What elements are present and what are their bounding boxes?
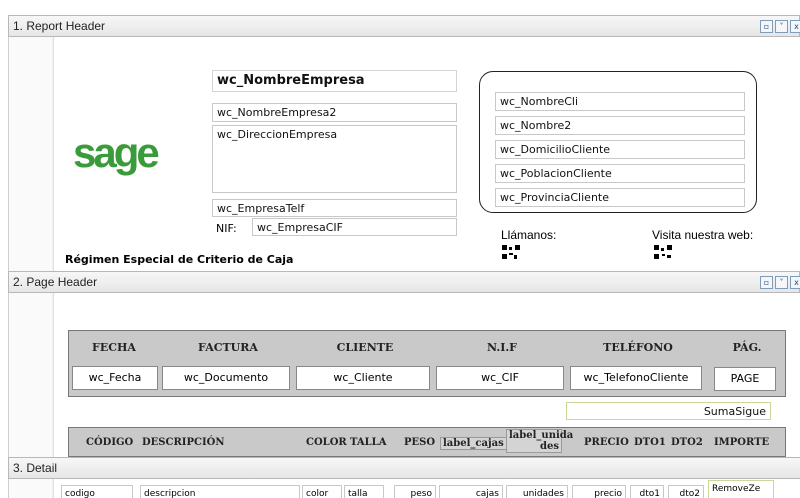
telefono-field[interactable]: wc_TelefonoCliente	[570, 366, 702, 390]
empresa-nombre-field[interactable]: wc_NombreEmpresa	[212, 70, 457, 92]
dto2-field[interactable]: dto2	[668, 485, 704, 498]
unidades-field[interactable]: unidades	[506, 485, 568, 498]
codigo-field[interactable]: codigo	[61, 485, 133, 498]
empresa-telf-field[interactable]: wc_EmpresaTelf	[212, 199, 457, 217]
empresa-cif-field[interactable]: wc_EmpresaCIF	[252, 218, 457, 236]
cif-field[interactable]: wc_CIF	[436, 366, 564, 390]
cliente-field[interactable]: wc_Cliente	[296, 366, 430, 390]
detail-body: codigo descripcion color talla peso caja…	[8, 479, 800, 498]
col-dto2: DTO2	[671, 437, 703, 448]
nif-label: NIF:	[216, 222, 237, 235]
precio-field[interactable]: precio	[572, 485, 626, 498]
cliente-poblacion-field[interactable]: wc_PoblacionCliente	[495, 164, 745, 183]
header-telefono: TELÉFONO	[603, 341, 673, 354]
left-margin	[9, 293, 53, 457]
left-margin	[9, 479, 53, 498]
page-header-body: FECHA FACTURA CLIENTE N.I.F TELÉFONO PÁG…	[8, 293, 800, 457]
band-buttons: ▫ ˅ x	[760, 20, 800, 33]
band-buttons: ▫ ˅ x	[760, 276, 800, 289]
empresa-direccion-field[interactable]: wc_DireccionEmpresa	[212, 125, 457, 193]
band-title: 2. Page Header	[13, 275, 98, 289]
dto1-field[interactable]: dto1	[630, 485, 664, 498]
talla-field[interactable]: talla	[344, 485, 384, 498]
cajas-field[interactable]: cajas	[439, 485, 503, 498]
collapse-band-button[interactable]: ˅	[775, 20, 788, 33]
visita-web-label: Visita nuestra web:	[652, 228, 754, 242]
band-title: 3. Detail	[13, 461, 58, 475]
page-header-band-bar[interactable]: 2. Page Header ▫ ˅ x	[8, 271, 800, 293]
col-codigo: CÓDIGO	[86, 437, 134, 448]
llamanos-label: Llámanos:	[501, 228, 557, 242]
close-band-button[interactable]: x	[790, 20, 800, 33]
collapse-band-button[interactable]: ˅	[775, 276, 788, 289]
report-header-page: sage wc_NombreEmpresa wc_NombreEmpresa2 …	[53, 37, 800, 271]
report-header-band-bar[interactable]: 1. Report Header ▫ ˅ x	[8, 15, 800, 37]
col-talla: TALLA	[350, 437, 387, 448]
header-fecha: FECHA	[92, 341, 136, 354]
close-band-button[interactable]: x	[790, 276, 800, 289]
header-pag: PÁG.	[732, 341, 762, 354]
left-margin	[9, 37, 53, 271]
col-color: COLOR	[306, 437, 347, 448]
cliente-domicilio-field[interactable]: wc_DomicilioCliente	[495, 140, 745, 159]
cliente-nombre2-field[interactable]: wc_Nombre2	[495, 116, 745, 135]
band-title: 1. Report Header	[13, 19, 106, 33]
page-header-page: FECHA FACTURA CLIENTE N.I.F TELÉFONO PÁG…	[53, 293, 800, 457]
col-descripcion: DESCRIPCIÓN	[142, 437, 225, 448]
col-precio: PRECIO	[584, 437, 629, 448]
suma-sigue-field[interactable]: SumaSigue	[566, 402, 771, 420]
page-field[interactable]: PAGE	[714, 367, 776, 391]
detail-band-bar[interactable]: 3. Detail	[8, 457, 800, 479]
fecha-field[interactable]: wc_Fecha	[72, 366, 158, 390]
col-importe: IMPORTE	[714, 437, 770, 448]
col-peso: PESO	[404, 437, 436, 448]
detail-page: codigo descripcion color talla peso caja…	[53, 479, 800, 498]
col-label-cajas: label_cajas	[440, 437, 507, 450]
phone-qr-icon	[502, 245, 520, 259]
report-header-body: sage wc_NombreEmpresa wc_NombreEmpresa2 …	[8, 37, 800, 271]
cliente-nombre-field[interactable]: wc_NombreCli	[495, 92, 745, 111]
empresa-nombre2-field[interactable]: wc_NombreEmpresa2	[212, 103, 457, 122]
cliente-provincia-field[interactable]: wc_ProvinciaCliente	[495, 188, 745, 207]
color-field[interactable]: color	[302, 485, 342, 498]
descripcion-field[interactable]: descripcion	[140, 485, 300, 498]
col-label-unidades: label_unida des	[506, 429, 573, 453]
col-dto1: DTO1	[634, 437, 666, 448]
sage-logo: sage	[73, 129, 160, 176]
minimize-band-button[interactable]: ▫	[760, 20, 773, 33]
peso-field[interactable]: peso	[394, 485, 436, 498]
header-cliente: CLIENTE	[336, 341, 394, 354]
web-qr-icon	[654, 245, 672, 259]
importe-field[interactable]: RemoveZe	[708, 480, 774, 498]
minimize-band-button[interactable]: ▫	[760, 276, 773, 289]
header-factura: FACTURA	[198, 341, 258, 354]
regimen-label: Régimen Especial de Criterio de Caja	[65, 253, 294, 266]
header-nif: N.I.F	[487, 341, 517, 354]
documento-field[interactable]: wc_Documento	[162, 366, 290, 390]
